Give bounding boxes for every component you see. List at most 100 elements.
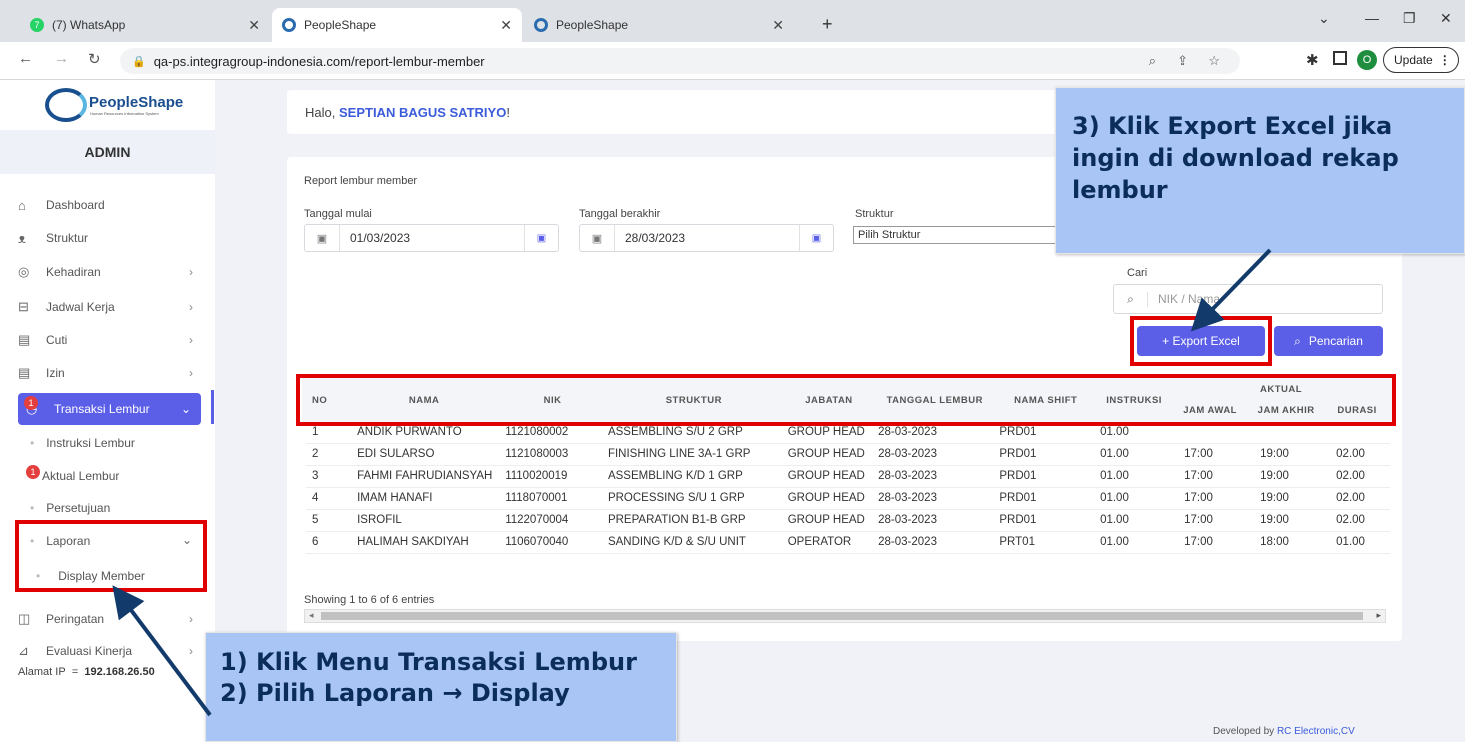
start-date-field[interactable]: ▣ 01/03/2023 ▣ <box>304 224 559 252</box>
sidebar-subitem-aktual-lembur[interactable]: Aktual Lembur <box>42 469 119 483</box>
callout-step1: 1) Klik Menu Transaksi Lembur <box>220 648 637 676</box>
table-cell: 17:00 <box>1172 531 1249 554</box>
tab-peopleshape[interactable]: PeopleShape ✕ <box>524 8 800 42</box>
search-button[interactable]: ⌕ Pencarian <box>1274 326 1383 356</box>
highlight-export-box <box>1130 316 1272 366</box>
table-cell: 18:00 <box>1248 531 1325 554</box>
share-icon[interactable]: ⇪ <box>1177 53 1188 69</box>
extensions-icon[interactable]: ✱ <box>1306 51 1319 69</box>
horizontal-scrollbar[interactable]: ◂ ▸ <box>304 609 1386 623</box>
url-field[interactable]: 🔒 qa-ps.integragroup-indonesia.com/repor… <box>120 48 1240 74</box>
home-icon: ⌂ <box>18 197 26 213</box>
table-cell: 28-03-2023 <box>874 443 996 466</box>
close-icon[interactable]: ✕ <box>500 17 512 34</box>
tab-title: PeopleShape <box>304 18 377 32</box>
table-cell: GROUP HEAD <box>783 509 875 532</box>
table-cell: 02.00 <box>1324 465 1390 488</box>
reload-icon[interactable]: ↻ <box>88 50 101 68</box>
sidebar-item-jadwal-kerja[interactable]: ⊟ Jadwal Kerja › <box>18 292 203 322</box>
table-cell: 19:00 <box>1248 509 1325 532</box>
table-cell: 1118070001 <box>501 487 604 510</box>
calendar-icon: ▣ <box>316 232 328 245</box>
tab-title: PeopleShape <box>556 18 629 32</box>
table-cell <box>1172 421 1249 444</box>
sidepanel-icon[interactable] <box>1333 51 1347 65</box>
table-cell: 2 <box>306 443 348 466</box>
update-button[interactable]: Update ⋮ <box>1383 47 1459 73</box>
sidebar-item-izin[interactable]: ▤ Izin › <box>18 358 203 388</box>
table-cell: 1106070040 <box>501 531 604 554</box>
sidebar-subitem-persetujuan[interactable]: • Persetujuan <box>30 501 110 515</box>
lock-icon: 🔒 <box>132 55 146 68</box>
sidebar-item-dashboard[interactable]: ⌂ Dashboard <box>18 190 203 220</box>
table-cell: 17:00 <box>1172 509 1249 532</box>
logo-wordmark: PeopleShape Human Resources Information … <box>89 94 184 116</box>
table-cell: 28-03-2023 <box>874 465 996 488</box>
scroll-left-icon[interactable]: ◂ <box>309 610 314 621</box>
calendar-picker-icon[interactable]: ▣ <box>799 225 833 251</box>
table-info: Showing 1 to 6 of 6 entries <box>304 594 435 606</box>
whatsapp-favicon-icon: 7 <box>30 18 44 32</box>
zoom-icon[interactable]: ⌕ <box>1149 53 1156 69</box>
table-cell: ASSEMBLING K/D 1 GRP <box>603 465 784 488</box>
struktur-select[interactable]: Pilih Struktur <box>853 226 1058 244</box>
search-icon: ⌕ <box>1114 291 1148 307</box>
start-date-label: Tanggal mulai <box>304 208 372 220</box>
back-icon[interactable]: ← <box>18 50 33 67</box>
bookmark-star-icon[interactable]: ☆ <box>1208 53 1220 69</box>
close-icon[interactable]: ✕ <box>248 17 260 34</box>
forward-icon[interactable]: → <box>54 50 69 67</box>
ip-address: Alamat IP = 192.168.26.50 <box>18 666 155 678</box>
table-cell: ANDIK PURWANTO <box>347 421 502 444</box>
table-cell: 01.00 <box>1096 443 1173 466</box>
menu-kebab-icon: ⋮ <box>1438 53 1451 67</box>
table-cell: PRT01 <box>995 531 1097 554</box>
table-cell: 5 <box>306 509 348 532</box>
sidebar-item-struktur[interactable]: ᴥ Struktur <box>18 223 203 253</box>
tab-peopleshape-active[interactable]: PeopleShape ✕ <box>272 8 522 42</box>
scroll-right-icon[interactable]: ▸ <box>1376 610 1381 621</box>
sidebar-item-peringatan[interactable]: ◫ Peringatan › <box>18 604 203 634</box>
fingerprint-icon: ◎ <box>18 264 30 279</box>
window-close-icon[interactable]: ✕ <box>1440 10 1452 27</box>
table-cell: EDI SULARSO <box>347 443 502 466</box>
sidebar-item-cuti[interactable]: ▤ Cuti › <box>18 325 203 355</box>
table-cell: IMAM HANAFI <box>347 487 502 510</box>
close-icon[interactable]: ✕ <box>772 17 784 34</box>
table-cell: 17:00 <box>1172 465 1249 488</box>
table-cell: HALIMAH SAKDIYAH <box>347 531 502 554</box>
end-date-field[interactable]: ▣ 28/03/2023 ▣ <box>579 224 834 252</box>
table-cell: 01.00 <box>1096 465 1173 488</box>
sidebar-item-kehadiran[interactable]: ◎ Kehadiran › <box>18 257 203 287</box>
table-cell: 1121080002 <box>501 421 604 444</box>
sidebar-item-transaksi-lembur[interactable]: ◷Transaksi Lembur⌄ <box>18 393 201 425</box>
table-row: 3 FAHMI FAHRUDIANSYAH 1110020019 ASSEMBLING… <box>306 465 1390 488</box>
briefcase-icon: ⊟ <box>18 299 29 314</box>
new-tab-icon[interactable]: + <box>822 14 833 35</box>
tab-whatsapp[interactable]: 7 (7) WhatsApp ✕ <box>20 8 270 42</box>
active-indicator <box>211 390 214 424</box>
col-struktur: STRUKTUR <box>665 394 722 406</box>
maximize-icon[interactable]: ❐ <box>1403 10 1416 27</box>
chevron-right-icon: › <box>189 612 193 626</box>
tab-search-chevron-icon[interactable]: ⌄ <box>1318 10 1330 27</box>
table-cell: GROUP HEAD <box>783 465 875 488</box>
table-cell: GROUP HEAD <box>783 421 875 444</box>
peopleshape-logo[interactable]: PeopleShape Human Resources Information … <box>45 88 183 122</box>
scrollbar-thumb[interactable] <box>321 612 1363 620</box>
table-row: 6 HALIMAH SAKDIYAH 1106070040 SANDING K/D &… <box>306 531 1390 554</box>
tab-title: (7) WhatsApp <box>52 18 126 32</box>
profile-avatar[interactable]: O <box>1357 50 1377 70</box>
search-label: Cari <box>1127 267 1148 279</box>
table-cell: PRD01 <box>995 487 1097 510</box>
org-icon: ᴥ <box>18 230 26 246</box>
sidebar-item-evaluasi-kinerja[interactable]: ⊿ Evaluasi Kinerja › <box>18 636 203 666</box>
table-row: 4 IMAM HANAFI 1118070001 PROCESSING S/U 1 G… <box>306 487 1390 510</box>
table-cell: FINISHING LINE 3A-1 GRP <box>603 443 784 466</box>
minimize-icon[interactable]: — <box>1365 10 1379 26</box>
sidebar-subitem-instruksi-lembur[interactable]: • Instruksi Lembur <box>30 436 135 450</box>
calendar-picker-icon[interactable]: ▣ <box>524 225 558 251</box>
table-cell: OPERATOR <box>783 531 875 554</box>
search-input[interactable]: ⌕ NIK / Nama <box>1113 284 1383 314</box>
chevron-right-icon: › <box>189 265 193 279</box>
